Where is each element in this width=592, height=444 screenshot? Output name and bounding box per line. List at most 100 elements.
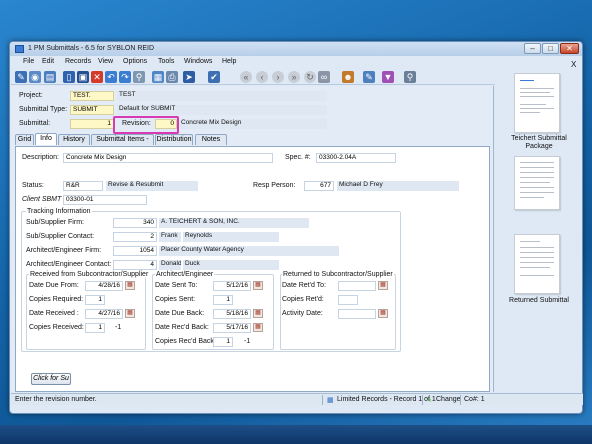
- copies-required-field[interactable]: 1: [85, 295, 105, 305]
- menu-options[interactable]: Options: [123, 58, 147, 65]
- contacts-icon[interactable]: ☻: [342, 71, 354, 83]
- tab-submittal-items[interactable]: Submittal Items - 6.5: [91, 134, 154, 153]
- arch-contact-id-field[interactable]: 4: [113, 260, 157, 270]
- copies-received-field[interactable]: 1: [85, 323, 105, 333]
- save-icon[interactable]: ▣: [77, 71, 89, 83]
- app-icon: [15, 45, 24, 53]
- previous-record-icon[interactable]: ‹: [256, 71, 268, 83]
- copies-sent-field[interactable]: 1: [213, 295, 233, 305]
- attachment-icon[interactable]: ➤: [183, 71, 195, 83]
- maximize-button[interactable]: □: [542, 43, 559, 54]
- grid-icon[interactable]: ▦: [152, 71, 164, 83]
- view-icon[interactable]: ◉: [29, 71, 41, 83]
- report-icon[interactable]: ✎: [363, 71, 375, 83]
- filter-icon[interactable]: ▼: [382, 71, 394, 83]
- document-thumbnail[interactable]: [514, 73, 560, 133]
- status-code-field[interactable]: R&R: [63, 181, 103, 191]
- status-separator: [422, 395, 423, 405]
- tab-notes[interactable]: Notes: [195, 134, 227, 145]
- menu-edit[interactable]: Edit: [42, 58, 54, 65]
- sub-firm-id-field[interactable]: 340: [113, 218, 157, 228]
- spec-field[interactable]: 03300-2.04A: [316, 153, 396, 163]
- zoom-icon[interactable]: ⚲: [404, 71, 416, 83]
- status-records: Limited Records - Record 1 of 1: [337, 396, 436, 403]
- resp-person-id-field[interactable]: 677: [304, 181, 334, 191]
- sub-contact-id-field[interactable]: 2: [113, 232, 157, 242]
- menu-view[interactable]: View: [98, 58, 113, 65]
- tab-info[interactable]: Info: [35, 133, 57, 145]
- redo-icon[interactable]: ↷: [119, 71, 131, 83]
- client-sbmt-field[interactable]: 03300-01: [63, 195, 147, 205]
- date-sent-to-label: Date Sent To:: [155, 282, 198, 289]
- delete-icon[interactable]: ✕: [91, 71, 103, 83]
- arch-firm-name-field: Placer County Water Agency: [159, 246, 339, 256]
- date-recd-back-label: Date Rec'd Back:: [155, 324, 209, 331]
- status-separator: [460, 395, 461, 405]
- arch-firm-id-field[interactable]: 1054: [113, 246, 157, 256]
- side-panel-close-button[interactable]: X: [571, 60, 576, 69]
- find-icon[interactable]: ⚲: [133, 71, 145, 83]
- calendar-icon[interactable]: ▦: [253, 323, 263, 332]
- date-recd-back-field[interactable]: 5/17/16: [213, 323, 251, 333]
- menu-help[interactable]: Help: [222, 58, 236, 65]
- calendar-icon[interactable]: ▦: [378, 281, 388, 290]
- status-desc-field: Revise & Resubmit: [106, 181, 198, 191]
- undo-icon[interactable]: ↶: [105, 71, 117, 83]
- date-sent-to-field[interactable]: 5/12/16: [213, 281, 251, 291]
- calendar-icon[interactable]: ▦: [253, 281, 263, 290]
- open-folder-icon[interactable]: ▤: [44, 71, 56, 83]
- submittal-type-code-field[interactable]: SUBMIT: [70, 105, 114, 115]
- document-thumbnail[interactable]: [514, 234, 560, 294]
- status-change: Change: [436, 396, 461, 403]
- tab-distribution[interactable]: Distribution: [155, 134, 193, 145]
- date-due-back-field[interactable]: 5/18/16: [213, 309, 251, 319]
- description-label: Description:: [22, 154, 59, 161]
- new-document-icon[interactable]: ▯: [63, 71, 75, 83]
- submittal-number-field[interactable]: 1: [70, 119, 114, 129]
- date-due-from-field[interactable]: 4/28/16: [85, 281, 123, 291]
- menu-file[interactable]: File: [23, 58, 34, 65]
- last-record-icon[interactable]: »: [288, 71, 300, 83]
- menu-records[interactable]: Records: [65, 58, 91, 65]
- first-record-icon[interactable]: «: [240, 71, 252, 83]
- tab-history[interactable]: History: [58, 134, 90, 145]
- menu-windows[interactable]: Windows: [184, 58, 212, 65]
- toolbar: ✎ ◉ ▤ ▯ ▣ ✕ ↶ ↷ ⚲ ▦ ⎙ ➤ ✔ « ‹ › » ↻ ∞ ☻ …: [11, 68, 495, 85]
- date-retd-to-field[interactable]: [338, 281, 376, 291]
- sub-firm-label: Sub/Supplier Firm:: [26, 219, 84, 226]
- next-record-icon[interactable]: ›: [272, 71, 284, 83]
- document-thumbnail[interactable]: [514, 156, 560, 210]
- copies-recd-back-field[interactable]: 1: [213, 337, 233, 347]
- project-name-field: TEST: [117, 91, 327, 101]
- menu-bar: File Edit Records View Options Tools Win…: [11, 57, 495, 67]
- document-side-panel: X Teichert Submittal Package Returned Su…: [496, 57, 582, 392]
- calendar-icon[interactable]: ▦: [253, 309, 263, 318]
- spell-check-icon[interactable]: ✔: [208, 71, 220, 83]
- refresh-icon[interactable]: ↻: [304, 71, 316, 83]
- close-button[interactable]: ✕: [560, 43, 579, 54]
- tab-grid[interactable]: Grid: [15, 134, 34, 145]
- calendar-icon[interactable]: ▦: [378, 309, 388, 318]
- description-field[interactable]: Concrete Mix Design: [63, 153, 273, 163]
- architect-title: Architect/Engineer: [155, 271, 215, 278]
- sub-contact-last-field: Reynolds: [183, 232, 279, 242]
- link-icon[interactable]: ∞: [318, 71, 330, 83]
- edit-record-icon[interactable]: ✎: [15, 71, 27, 83]
- calendar-icon[interactable]: ▦: [125, 309, 135, 318]
- submittal-label: Submittal:: [19, 120, 51, 127]
- copies-retd-field[interactable]: [338, 295, 358, 305]
- minimize-button[interactable]: –: [524, 43, 541, 54]
- click-for-summary-button[interactable]: Click for Su: [31, 373, 71, 385]
- sub-firm-name-field: A. TEICHERT & SON, INC.: [159, 218, 309, 228]
- project-label: Project:: [19, 92, 43, 99]
- date-received-field[interactable]: 4/27/16: [85, 309, 123, 319]
- project-code-field[interactable]: TEST.: [70, 91, 114, 101]
- date-due-from-label: Date Due From:: [29, 282, 79, 289]
- activity-date-field[interactable]: [338, 309, 376, 319]
- change-icon: ✎: [426, 397, 432, 404]
- calendar-icon[interactable]: ▦: [125, 281, 135, 290]
- menu-tools[interactable]: Tools: [158, 58, 174, 65]
- arch-contact-label: Architect/Engineer Contact:: [26, 261, 112, 268]
- print-icon[interactable]: ⎙: [166, 71, 178, 83]
- arch-contact-first-field: Donald: [159, 260, 181, 270]
